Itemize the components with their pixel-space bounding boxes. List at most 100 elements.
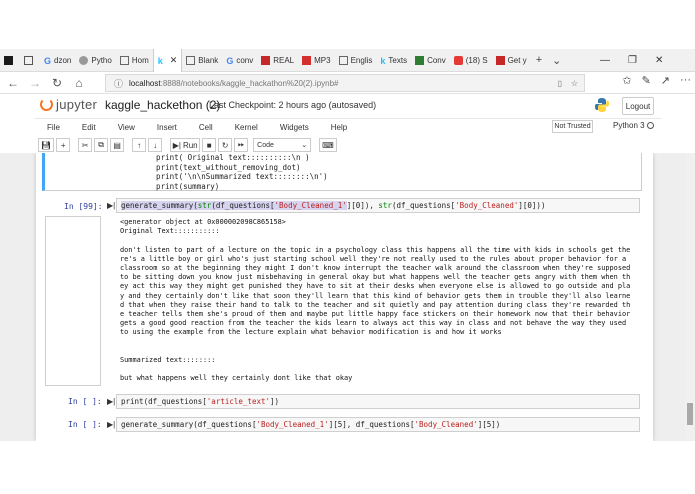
run-cell-icon[interactable]: ▶|: [107, 201, 115, 210]
output-prompt-area[interactable]: [45, 216, 101, 386]
share-icon[interactable]: ↗: [661, 74, 670, 87]
scrollbar-thumb[interactable]: [687, 403, 693, 425]
close-window-icon[interactable]: ✕: [655, 55, 663, 66]
cell-prompt: In [ ]:: [68, 397, 102, 406]
code-part: print(df_questions[: [121, 397, 207, 406]
refresh-icon[interactable]: ↻: [46, 76, 68, 90]
restart-run-all-button[interactable]: ⏩︎: [234, 138, 249, 152]
previous-code-cell[interactable]: print( Original text::::::::::\n ) print…: [42, 153, 642, 191]
browser-tab-active[interactable]: kk✕: [152, 48, 183, 72]
browser-tab[interactable]: [0, 49, 20, 72]
code-fn: generate_summary: [121, 201, 194, 210]
jupyter-logo[interactable]: jupyter: [40, 97, 97, 112]
browser-tab-strip: Gdzon Pytho Hom k k ✕ Blank Gconv REAL MP3…: [0, 48, 695, 72]
notebook-name[interactable]: kaggle_hackethon (2): [105, 98, 220, 112]
not-trusted-indicator[interactable]: Not Trusted: [552, 120, 593, 133]
restart-button[interactable]: ↻: [218, 138, 233, 152]
menu-file[interactable]: File: [47, 123, 60, 132]
tab-favicon-icon: [302, 55, 312, 65]
tab-label: conv: [236, 55, 254, 65]
menu-help[interactable]: Help: [331, 123, 347, 132]
move-down-button[interactable]: ↓: [148, 138, 163, 152]
run-cell-icon[interactable]: ▶|: [107, 397, 115, 406]
new-tab-button[interactable]: +: [531, 54, 547, 66]
code-part: generate_summary(df_questions[: [121, 420, 257, 429]
tab-label: Conv: [427, 55, 446, 65]
browser-tab[interactable]: Pytho: [75, 49, 115, 72]
menu-edit[interactable]: Edit: [82, 123, 96, 132]
tab-favicon-icon: [495, 55, 505, 65]
pen-icon[interactable]: ✎: [642, 74, 651, 87]
browser-tab[interactable]: Conv: [411, 49, 450, 72]
window-controls: — ❐ ✕: [600, 49, 663, 72]
more-icon[interactable]: ···: [680, 74, 691, 87]
tab-label: dzon: [54, 55, 72, 65]
paste-button[interactable]: ▤: [110, 138, 125, 152]
insert-cell-button[interactable]: +: [56, 138, 71, 152]
browser-tab[interactable]: Englis: [335, 49, 377, 72]
run-button[interactable]: ▶| Run: [170, 138, 201, 152]
url-field[interactable]: ⓘ localhost:8888/notebooks/kaggle_hackat…: [105, 74, 585, 92]
tab-label: Blank: [198, 55, 219, 65]
browser-tab[interactable]: MP3: [298, 49, 334, 72]
cell-type-select[interactable]: Code ⌄: [253, 138, 312, 152]
copy-icon: ⧉: [98, 140, 105, 149]
run-cell-icon[interactable]: ▶|: [107, 420, 115, 429]
menu-kernel[interactable]: Kernel: [235, 123, 258, 132]
python-logo-icon: [595, 98, 609, 112]
tab-menu-button[interactable]: ⌄: [547, 54, 566, 67]
favorites-icon[interactable]: ✩: [622, 74, 631, 87]
checkpoint-status: Last Checkpoint: 2 hours ago (autosaved): [209, 100, 376, 110]
browser-tab[interactable]: REAL: [257, 49, 298, 72]
code-cell-input[interactable]: generate_summary(str(df_questions['Body_…: [116, 198, 640, 213]
browser-tab[interactable]: k Texts: [376, 49, 411, 72]
code-string: 'article_text': [206, 397, 271, 406]
save-button[interactable]: 💾︎: [38, 138, 55, 152]
code-part: (df_questions[: [391, 201, 456, 210]
page-icon: [119, 55, 129, 65]
menu-insert[interactable]: Insert: [157, 123, 177, 132]
move-up-button[interactable]: ↑: [132, 138, 147, 152]
back-icon[interactable]: ←: [2, 76, 24, 90]
code-cell-input[interactable]: generate_summary(df_questions['Body_Clea…: [116, 417, 640, 432]
restart-icon: ↻: [221, 140, 229, 150]
cut-button[interactable]: ✂: [78, 138, 93, 152]
browser-tab[interactable]: Get y: [492, 49, 531, 72]
page-icon: [338, 55, 348, 65]
code-builtin: str: [378, 201, 392, 210]
home-icon[interactable]: ⌂: [68, 76, 90, 90]
tab-favicon-icon: [79, 55, 89, 65]
menu-view[interactable]: View: [118, 123, 135, 132]
menu-cell[interactable]: Cell: [199, 123, 213, 132]
code-cell-input[interactable]: print(df_questions['article_text']): [116, 394, 640, 409]
browser-tab[interactable]: Gconv: [222, 49, 257, 72]
google-icon: G: [226, 55, 234, 66]
browser-tab[interactable]: Blank: [182, 49, 222, 72]
previous-code-text[interactable]: print( Original text::::::::::\n ) print…: [138, 153, 328, 191]
browser-tab[interactable]: Hom: [116, 49, 153, 72]
favorite-star-icon[interactable]: ☆: [571, 79, 578, 88]
page-scrollbar[interactable]: [685, 153, 695, 441]
maximize-icon[interactable]: ❐: [628, 55, 637, 66]
copy-button[interactable]: ⧉: [94, 138, 109, 152]
youtube-icon: [453, 55, 463, 65]
tab-favicon-icon: [261, 55, 271, 65]
jupyter-logo-icon: [40, 98, 53, 111]
kaggle-icon: k: [157, 55, 163, 66]
reading-view-icon[interactable]: ▯: [558, 79, 562, 88]
code-string: 'Body_Cleaned': [455, 201, 519, 210]
chevron-down-icon: ⌄: [301, 142, 308, 149]
browser-tab[interactable]: Gdzon: [40, 49, 75, 72]
tab-favicon-icon: [415, 55, 425, 65]
tab-label: (18) S: [465, 55, 488, 65]
logout-button[interactable]: Logout: [622, 97, 654, 115]
browser-tab[interactable]: [20, 49, 40, 72]
command-palette-button[interactable]: ⌨: [319, 138, 337, 152]
minimize-icon[interactable]: —: [600, 55, 610, 66]
menu-widgets[interactable]: Widgets: [280, 123, 309, 132]
forward-icon[interactable]: →: [24, 76, 46, 90]
paste-icon: ▤: [113, 140, 121, 150]
close-tab-icon[interactable]: ✕: [170, 55, 178, 66]
browser-tab[interactable]: (18) S: [450, 49, 492, 72]
interrupt-button[interactable]: ■: [202, 138, 217, 152]
